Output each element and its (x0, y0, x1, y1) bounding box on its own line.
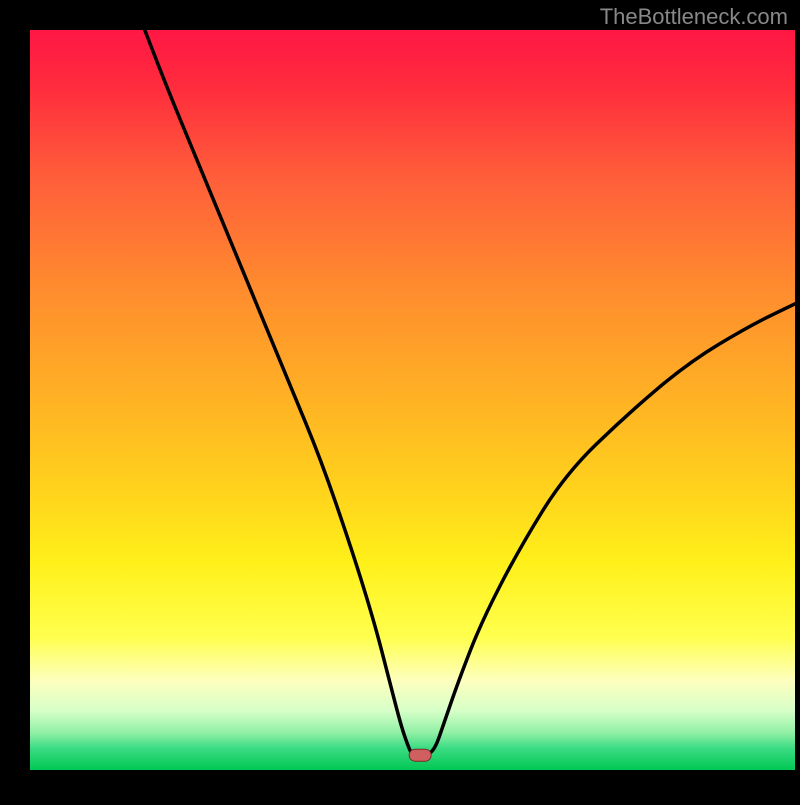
watermark-text: TheBottleneck.com (600, 4, 788, 30)
chart-plot-area (30, 30, 795, 770)
bottleneck-chart (0, 0, 800, 800)
chart-container (0, 0, 800, 800)
optimal-point-marker (409, 749, 431, 761)
